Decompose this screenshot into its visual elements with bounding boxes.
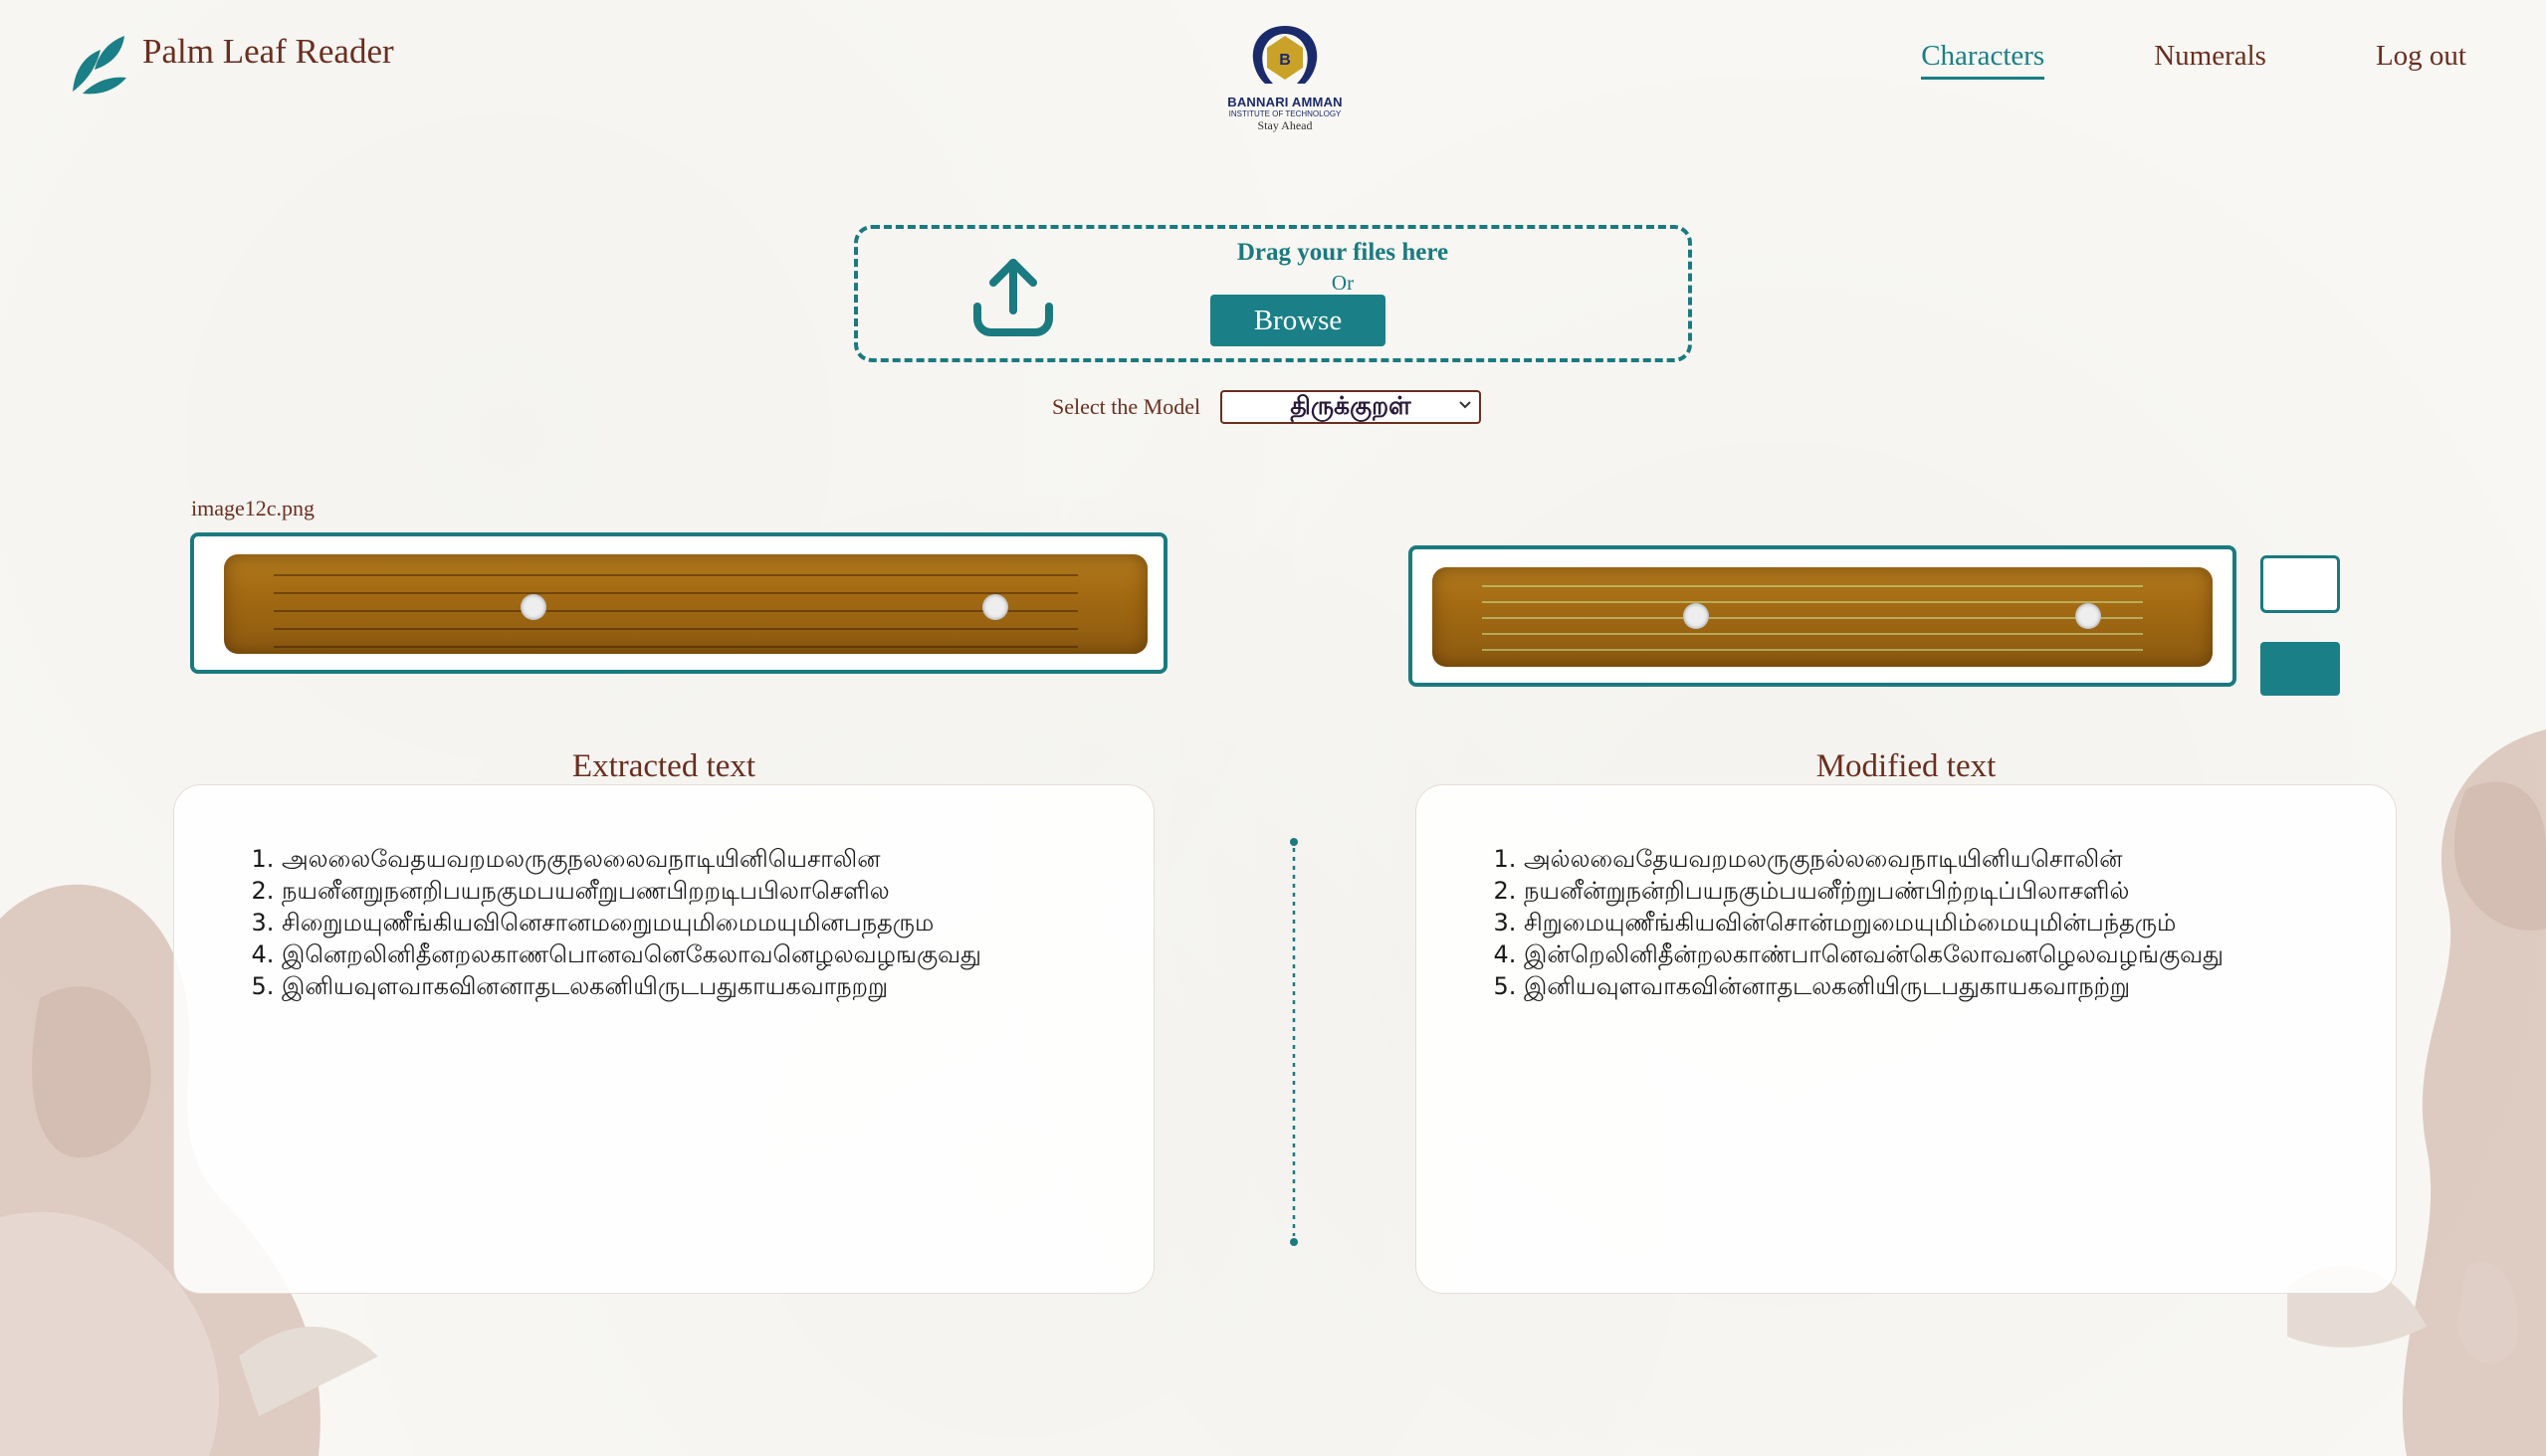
- side-action-button-outline[interactable]: [2260, 555, 2340, 613]
- modified-line: சிறுமையுணீங்கியவின்சொன்மறுமையுமிம்மையுமி…: [1524, 907, 2396, 938]
- extracted-line: இனெறலினிதீனறலகாணபொனவனெகேலாவனெழலவழஙகுவது: [282, 938, 1154, 970]
- leaf-logo-icon: [73, 36, 126, 95]
- institute-logo: B BANNARI AMMAN INSTITUTE OF TECHNOLOGY …: [1218, 22, 1352, 133]
- model-select[interactable]: திருக்குறள்: [1220, 390, 1482, 424]
- brand[interactable]: Palm Leaf Reader: [65, 30, 394, 100]
- modified-text-panel[interactable]: அல்லவைதேயவறமலருகுநல்லவைநாடியினியசொலின் ந…: [1415, 784, 2397, 1294]
- annotated-leaf-image: [1408, 545, 2236, 687]
- model-select-value: திருக்குறள்: [1290, 390, 1411, 420]
- nav-numerals[interactable]: Numerals: [2154, 40, 2266, 80]
- modified-line: இன்றெலினிதீன்றலகாண்பானெவன்கெலோவனழெலவழங்க…: [1524, 938, 2396, 970]
- logo-subtitle: INSTITUTE OF TECHNOLOGY: [1228, 109, 1342, 118]
- logo-name: BANNARI AMMAN: [1227, 95, 1343, 109]
- model-selector-row: Select the Model திருக்குறள்: [1052, 390, 1482, 424]
- palm-leaf-annotated: [1432, 567, 2213, 667]
- nav-characters[interactable]: Characters: [1921, 40, 2045, 80]
- modified-line: அல்லவைதேயவறமலருகுநல்லவைநாடியினியசொலின்: [1524, 843, 2396, 875]
- modified-text-list: அல்லவைதேயவறமலருகுநல்லவைநாடியினியசொலின் ந…: [1416, 843, 2396, 1002]
- extracted-text-panel: அலலைவேதயவறமலருகுநலலைவநாடியினியெசாலின நயன…: [173, 784, 1155, 1294]
- dropzone-or: Or: [1331, 271, 1355, 295]
- modified-text-title: Modified text: [1815, 748, 1997, 784]
- modified-line: இனியவுளவாகவின்னாதடலகனியிருடபதுகாயகவாநற்ற…: [1524, 970, 2396, 1002]
- extracted-text-title: Extracted text: [571, 748, 756, 784]
- uploaded-file-name: image12c.png: [191, 496, 316, 520]
- brand-name: Palm Leaf Reader: [142, 32, 394, 71]
- extracted-line: அலலைவேதயவறமலருகுநலலைவநாடியினியெசாலின: [282, 843, 1154, 875]
- extracted-line: இனியவுளவாகவினனாதடலகனியிருடபதுகாயகவாநறறு: [282, 970, 1154, 1002]
- svg-text:B: B: [1279, 52, 1291, 69]
- upload-icon: [973, 259, 1053, 336]
- original-leaf-image: [190, 532, 1167, 674]
- modified-line: நயனீன்றுநன்றிபயநகும்பயனீற்றுபண்பிற்றடிப்…: [1524, 875, 2396, 907]
- main-nav: Characters Numerals Log out: [1921, 40, 2466, 80]
- institute-emblem-icon: B: [1252, 26, 1318, 84]
- nav-logout[interactable]: Log out: [2376, 40, 2466, 80]
- extracted-text-list: அலலைவேதயவறமலருகுநலலைவநாடியினியெசாலின நயன…: [174, 843, 1154, 1002]
- panel-divider: [1290, 838, 1298, 1246]
- logo-tagline: Stay Ahead: [1257, 118, 1313, 132]
- chevron-down-icon: [1459, 401, 1471, 409]
- extracted-line: சிறைுமயுணீங்கியவினெசானமறைுமயுமிமைமயுமினப…: [282, 907, 1154, 938]
- palm-leaf-original: [224, 554, 1148, 654]
- dropzone-title: Drag your files here: [1236, 239, 1449, 266]
- browse-button[interactable]: Browse: [1210, 295, 1385, 346]
- side-action-button-filled[interactable]: [2260, 642, 2340, 696]
- model-label: Select the Model: [1052, 394, 1201, 419]
- extracted-line: நயனீனறுநனறிபயநகுமபயனீறுபணபிறறடிபபிலாசெளி…: [282, 875, 1154, 907]
- file-dropzone[interactable]: Drag your files here Or Browse: [854, 225, 1692, 362]
